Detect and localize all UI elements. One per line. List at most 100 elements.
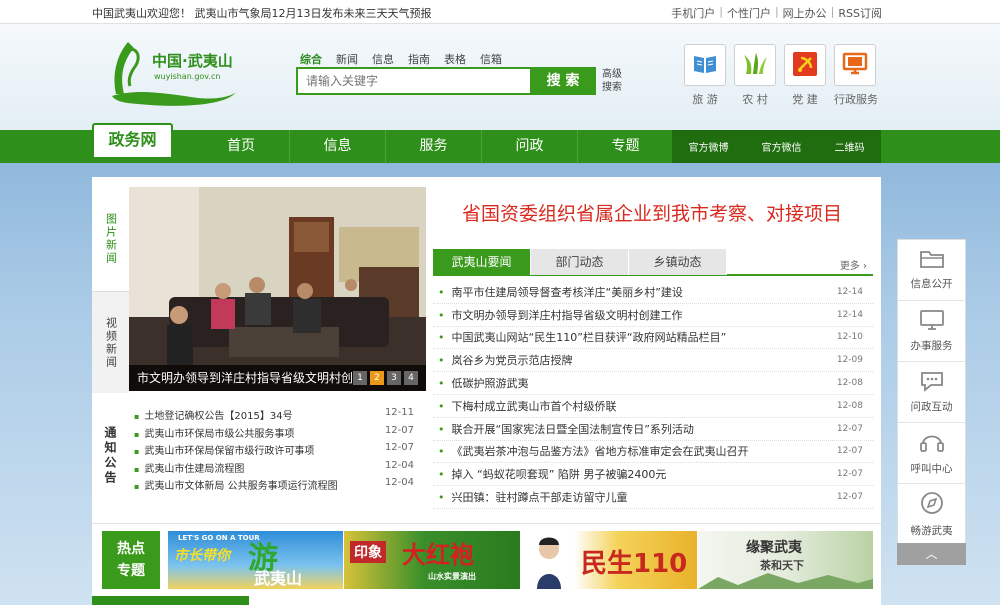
list-item[interactable]: 武夷山市环保局保留市级行政许可事项12-07 (134, 442, 414, 460)
svg-text:wuyishan.gov.cn: wuyishan.gov.cn (154, 72, 220, 81)
nav-items: 首页 信息 服务 问政 专题 (193, 130, 673, 163)
scroll-top-button[interactable]: ︿ (897, 543, 966, 565)
pager-dot-3[interactable]: 3 (387, 371, 401, 385)
search-tab-forms[interactable]: 表格 (444, 51, 466, 67)
nav-item-topics[interactable]: 专题 (577, 130, 673, 163)
book-icon (692, 53, 718, 78)
pager-dot-1[interactable]: 1 (353, 371, 367, 385)
advanced-search-link[interactable]: 高级搜索 (602, 68, 626, 94)
folder-icon (919, 249, 945, 272)
personal-portal-link[interactable]: 个性门户 (727, 5, 771, 21)
tab-township-news[interactable]: 乡镇动态 (629, 249, 727, 275)
list-item[interactable]: 武夷山市文体新局 公共服务事项运行流程图12-04 (134, 477, 414, 495)
photo-news-slider[interactable]: 市文明办领导到洋庄村指导省级文明村创 1 2 3 4 (129, 187, 426, 391)
news-photo (129, 187, 426, 391)
hot-topics-label: 热点 专题 (102, 531, 160, 589)
headset-icon (919, 430, 945, 457)
chat-icon (919, 370, 945, 395)
section-bar (92, 596, 249, 605)
banner-impression-dahongpao[interactable]: 印象 大红袍 山水实景演出 (344, 531, 520, 589)
main-panel: 图片新闻 视频新闻 市文明办领导到洋庄村指导省级文明村创 1 2 3 4 通知公… (92, 177, 881, 605)
quick-link-rural[interactable]: 农 村 (734, 44, 776, 107)
search-tab-news[interactable]: 新闻 (336, 51, 358, 67)
social-links: 官方微博 官方微信 二维码 (672, 130, 881, 163)
rss-link[interactable]: RSS订阅 (838, 5, 882, 21)
compass-icon (919, 490, 945, 519)
list-item[interactable]: 低碳护照游武夷12-08 (433, 372, 873, 395)
tab-video-news[interactable]: 视频新闻 (92, 291, 129, 393)
search-tabs: 综合 新闻 信息 指南 表格 信箱 (300, 51, 516, 67)
quick-link-label: 行政服务 (834, 93, 878, 106)
tab-photo-news[interactable]: 图片新闻 (92, 187, 129, 291)
banner-tea-wuyi[interactable]: 缘聚武夷 茶和天下 (698, 531, 873, 589)
grass-icon (742, 52, 768, 79)
search-tab-all[interactable]: 综合 (300, 51, 322, 67)
banner-minsheng-110[interactable]: 民生110 (521, 531, 697, 589)
party-emblem-icon (792, 51, 818, 80)
quick-links: 旅 游 农 村 党 建 行政服务 (684, 44, 878, 107)
nav-item-home[interactable]: 首页 (193, 130, 289, 163)
list-item[interactable]: 武夷山市住建局流程图12-04 (134, 460, 414, 478)
gov-portal-tab[interactable]: 政务网 (92, 123, 173, 157)
side-item-interaction[interactable]: 问政互动 (898, 362, 965, 423)
side-item-travel[interactable]: 畅游武夷 (898, 484, 965, 545)
quick-link-label: 农 村 (742, 93, 768, 106)
tab-wuyishan-news[interactable]: 武夷山要闻 (433, 249, 531, 275)
search-tab-info[interactable]: 信息 (372, 51, 394, 67)
quick-link-admin-service[interactable]: 行政服务 (834, 44, 878, 107)
search-tab-mailbox[interactable]: 信箱 (480, 51, 502, 67)
search-box (296, 67, 532, 95)
search-button[interactable]: 搜 索 (530, 67, 596, 95)
header: 中国·武夷山 wuyishan.gov.cn 综合 新闻 信息 指南 表格 信箱… (0, 24, 1000, 130)
side-item-call-center[interactable]: 呼叫中心 (898, 423, 965, 484)
more-link[interactable]: 更多 › (840, 257, 867, 272)
quick-link-party[interactable]: 党 建 (784, 44, 826, 107)
nav-item-inquiry[interactable]: 问政 (481, 130, 577, 163)
list-item[interactable]: 联合开展“国家宪法日暨全国法制宣传日”系列活动12-07 (433, 418, 873, 441)
wechat-link[interactable]: 官方微信 (762, 139, 802, 154)
welcome-text[interactable]: 中国武夷山欢迎您！ 武夷山市气象局12月13日发布未来三天天气预报 (92, 5, 432, 21)
media-vtabs: 图片新闻 视频新闻 (92, 187, 129, 393)
list-item[interactable]: 武夷山市环保局市级公共服务事项12-07 (134, 425, 414, 443)
notice-list: 土地登记确权公告【2015】34号12-11 武夷山市环保局市级公共服务事项12… (134, 407, 414, 495)
side-item-info-disclosure[interactable]: 信息公开 (898, 240, 965, 301)
qrcode-link[interactable]: 二维码 (835, 139, 865, 154)
side-item-services[interactable]: 办事服务 (898, 301, 965, 362)
online-office-link[interactable]: 网上办公 (783, 5, 827, 21)
quick-link-label: 党 建 (792, 93, 818, 106)
main-nav: 政务网 首页 信息 服务 问政 专题 官方微博 官方微信 二维码 (0, 123, 1000, 163)
notice-section: 通知公告 土地登记确权公告【2015】34号12-11 武夷山市环保局市级公共服… (92, 401, 426, 511)
banner-mayor-tour[interactable]: LET'S GO ON A TOUR 市长带你 游 武夷山 (168, 531, 343, 589)
top-links: 手机门户 | 个性门户 | 网上办公 | RSS订阅 (671, 5, 882, 21)
hot-topics-row: 热点 专题 LET'S GO ON A TOUR 市长带你 游 武夷山 印象 大… (92, 523, 881, 597)
tab-department-news[interactable]: 部门动态 (531, 249, 629, 275)
news-tabs: 武夷山要闻 部门动态 乡镇动态 更多 › (433, 249, 873, 276)
monitor-icon (919, 309, 945, 334)
top-bar: 中国武夷山欢迎您！ 武夷山市气象局12月13日发布未来三天天气预报 手机门户 | … (0, 0, 1000, 24)
notice-title: 通知公告 (103, 426, 117, 486)
list-item[interactable]: 南平市住建局领导督查考核洋庄“美丽乡村”建设12-14 (433, 281, 873, 304)
nav-item-service[interactable]: 服务 (385, 130, 481, 163)
quick-link-tourism[interactable]: 旅 游 (684, 44, 726, 107)
weibo-link[interactable]: 官方微博 (689, 139, 729, 154)
quick-link-label: 旅 游 (692, 93, 718, 106)
pager-dot-4[interactable]: 4 (404, 371, 418, 385)
list-item[interactable]: 岚谷乡为党员示范店授牌12-09 (433, 349, 873, 373)
photo-pager: 1 2 3 4 (353, 371, 418, 385)
side-service-panel: 信息公开 办事服务 问政互动 呼叫中心 畅游武夷 ︿ (897, 239, 966, 565)
list-item[interactable]: 《武夷岩茶冲泡与品鉴方法》省地方标准审定会在武夷山召开12-07 (433, 441, 873, 464)
list-item[interactable]: 下梅村成立武夷山市首个村级侨联12-08 (433, 395, 873, 418)
monitor-icon (842, 52, 868, 79)
headline-link[interactable]: 省国资委组织省属企业到我市考察、对接项目 (432, 199, 872, 226)
mobile-portal-link[interactable]: 手机门户 (671, 5, 715, 21)
list-item[interactable]: 土地登记确权公告【2015】34号12-11 (134, 407, 414, 425)
pager-dot-2[interactable]: 2 (370, 371, 384, 385)
list-item[interactable]: 兴田镇：驻村蹲点干部走访留守儿童12-07 (433, 486, 873, 509)
list-item[interactable]: 中国武夷山网站“民生110”栏目获评“政府网站精品栏目”12-10 (433, 327, 873, 350)
list-item[interactable]: 掉入 “蚂蚁花呗套现” 陷阱 男子被骗2400元12-07 (433, 463, 873, 487)
list-item[interactable]: 市文明办领导到洋庄村指导省级文明村创建工作12-14 (433, 304, 873, 327)
search-tab-guide[interactable]: 指南 (408, 51, 430, 67)
search-input[interactable] (298, 69, 530, 93)
site-logo[interactable]: 中国·武夷山 wuyishan.gov.cn (108, 36, 238, 106)
nav-item-info[interactable]: 信息 (289, 130, 385, 163)
